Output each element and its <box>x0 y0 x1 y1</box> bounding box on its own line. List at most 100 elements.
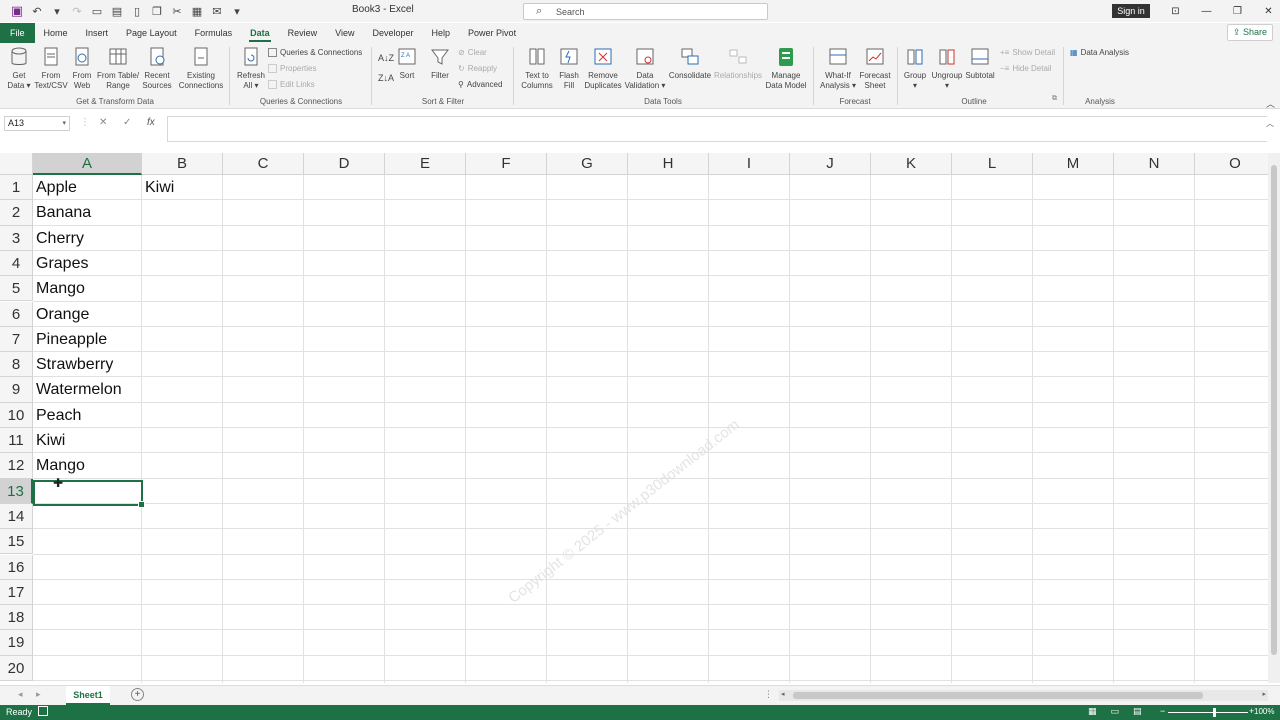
cell-a8[interactable]: Strawberry <box>33 352 113 377</box>
row-header-18[interactable]: 18 <box>0 605 33 631</box>
zoom-level[interactable]: 100% <box>1254 707 1274 716</box>
clear-button[interactable]: ⊘ Clear <box>458 48 487 57</box>
data-validation-button[interactable]: Data Validation ▾ <box>624 46 666 91</box>
cell-a1[interactable]: Apple <box>33 175 77 200</box>
enter-icon[interactable]: ✓ <box>123 117 131 128</box>
copy-icon[interactable]: ❐ <box>148 3 166 19</box>
sheet-tab-sheet1[interactable]: Sheet1 <box>66 686 110 705</box>
from-table-range-button[interactable]: From Table/ Range <box>96 46 140 91</box>
cell-a9[interactable]: Watermelon <box>33 377 122 402</box>
column-header-f[interactable]: F <box>466 153 547 175</box>
formula-input[interactable] <box>167 116 1267 142</box>
properties-button[interactable]: Properties <box>268 64 316 73</box>
relationships-button[interactable]: Relationships <box>713 46 763 81</box>
outline-dialog-launcher-icon[interactable]: ⧉ <box>1052 95 1057 103</box>
sheet-prev-icon[interactable]: ◂ <box>18 689 23 700</box>
tab-help[interactable]: Help <box>423 23 460 43</box>
column-header-m[interactable]: M <box>1033 153 1114 175</box>
undo-dropdown-icon[interactable]: ▾ <box>48 3 66 19</box>
sort-button[interactable]: Z A Sort <box>396 46 418 81</box>
recent-sources-button[interactable]: Recent Sources <box>141 46 173 91</box>
normal-view-icon[interactable]: ▦ <box>1088 706 1097 717</box>
row-header-7[interactable]: 7 <box>0 326 33 353</box>
cell-a3[interactable]: Cherry <box>33 226 84 251</box>
column-header-b[interactable]: B <box>142 153 223 175</box>
row-header-16[interactable]: 16 <box>0 554 33 580</box>
data-analysis-button[interactable]: ▦ Data Analysis <box>1070 48 1129 57</box>
tab-review[interactable]: Review <box>279 23 327 43</box>
column-header-g[interactable]: G <box>547 153 628 175</box>
collapse-ribbon-icon[interactable]: ︿ <box>1266 97 1275 110</box>
tab-data[interactable]: Data <box>241 23 279 43</box>
sheet-next-icon[interactable]: ▸ <box>36 689 41 700</box>
row-header-9[interactable]: 9 <box>0 377 33 403</box>
cell-a10[interactable]: Peach <box>33 403 81 428</box>
cut-icon[interactable]: ✂ <box>168 3 186 19</box>
expand-formula-bar-icon[interactable]: ︿ <box>1266 118 1274 129</box>
get-data-button[interactable]: Get Data ▾ <box>6 46 32 91</box>
cell-a6[interactable]: Orange <box>33 302 89 327</box>
group-button[interactable]: Group ▾ <box>900 46 930 91</box>
save-icon[interactable]: ▣ <box>8 3 26 19</box>
row-header-12[interactable]: 12 <box>0 453 33 479</box>
row-header-20[interactable]: 20 <box>0 655 33 681</box>
row-header-13[interactable]: 13 <box>0 478 33 504</box>
row-header-4[interactable]: 4 <box>0 250 33 277</box>
restore-icon[interactable]: ❐ <box>1222 2 1253 20</box>
accessibility-icon[interactable] <box>38 706 48 716</box>
tab-power-pivot[interactable]: Power Pivot <box>459 23 525 43</box>
zoom-out-icon[interactable]: − <box>1160 706 1165 716</box>
cell-a2[interactable]: Banana <box>33 200 91 225</box>
column-header-o[interactable]: O <box>1195 153 1268 175</box>
page-break-view-icon[interactable]: ▤ <box>1133 706 1142 717</box>
column-header-c[interactable]: C <box>223 153 304 175</box>
tab-view[interactable]: View <box>326 23 363 43</box>
insert-function-icon[interactable]: fx <box>147 117 155 128</box>
undo-icon[interactable]: ↶ <box>28 3 46 19</box>
what-if-analysis-button[interactable]: What-If Analysis ▾ <box>818 46 858 91</box>
sheetbar-divider-icon[interactable]: ⋮ <box>764 689 773 700</box>
column-header-i[interactable]: I <box>709 153 790 175</box>
show-detail-button[interactable]: +≡ Show Detail <box>1000 48 1055 57</box>
row-header-15[interactable]: 15 <box>0 529 33 555</box>
row-header-11[interactable]: 11 <box>0 428 33 454</box>
cell-a11[interactable]: Kiwi <box>33 428 65 453</box>
edit-links-button[interactable]: Edit Links <box>268 80 315 89</box>
column-header-h[interactable]: H <box>628 153 709 175</box>
queries-connections-button[interactable]: Queries & Connections <box>268 48 362 57</box>
name-box[interactable]: A13 ▾ <box>4 116 70 131</box>
advanced-filter-button[interactable]: ⚲ Advanced <box>458 80 502 89</box>
filter-button[interactable]: Filter <box>428 46 452 81</box>
column-header-d[interactable]: D <box>304 153 385 175</box>
new-icon[interactable]: ▯ <box>128 3 146 19</box>
active-cell-a13[interactable] <box>33 480 145 508</box>
print-icon[interactable]: ▤ <box>108 3 126 19</box>
vertical-scroll-thumb[interactable] <box>1271 165 1277 655</box>
from-web-button[interactable]: From Web <box>70 46 94 91</box>
horizontal-scrollbar[interactable]: ◂ ▸ <box>779 690 1268 701</box>
open-icon[interactable]: ▭ <box>88 3 106 19</box>
scroll-right-icon[interactable]: ▸ <box>1262 690 1266 698</box>
row-header-14[interactable]: 14 <box>0 503 33 530</box>
row-header-8[interactable]: 8 <box>0 352 33 378</box>
worksheet-grid[interactable]: ABCDEFGHIJKLMNO 1 2 3 4 5 6 7 8 9 10 11 12 13 14 15 16 1… <box>0 153 1268 683</box>
text-to-columns-button[interactable]: Text to Columns <box>519 46 555 91</box>
row-header-5[interactable]: 5 <box>0 276 33 302</box>
forecast-sheet-button[interactable]: Forecast Sheet <box>858 46 892 91</box>
close-icon[interactable]: ✕ <box>1253 2 1280 20</box>
zoom-slider-knob[interactable] <box>1213 708 1216 717</box>
search-input[interactable]: ⌕ Search <box>523 3 768 20</box>
customize-qat-icon[interactable]: ▾ <box>228 3 246 19</box>
consolidate-button[interactable]: Consolidate <box>668 46 712 81</box>
column-header-k[interactable]: K <box>871 153 952 175</box>
page-layout-view-icon[interactable]: ▭ <box>1111 706 1120 717</box>
column-header-l[interactable]: L <box>952 153 1033 175</box>
tab-developer[interactable]: Developer <box>364 23 423 43</box>
hide-detail-button[interactable]: −≡ Hide Detail <box>1000 64 1051 73</box>
scroll-left-icon[interactable]: ◂ <box>781 690 785 698</box>
sort-az-icon[interactable]: A↓Z <box>378 53 394 63</box>
column-header-e[interactable]: E <box>385 153 466 175</box>
subtotal-button[interactable]: Subtotal <box>964 46 996 81</box>
row-header-19[interactable]: 19 <box>0 630 33 656</box>
row-header-3[interactable]: 3 <box>0 225 33 251</box>
